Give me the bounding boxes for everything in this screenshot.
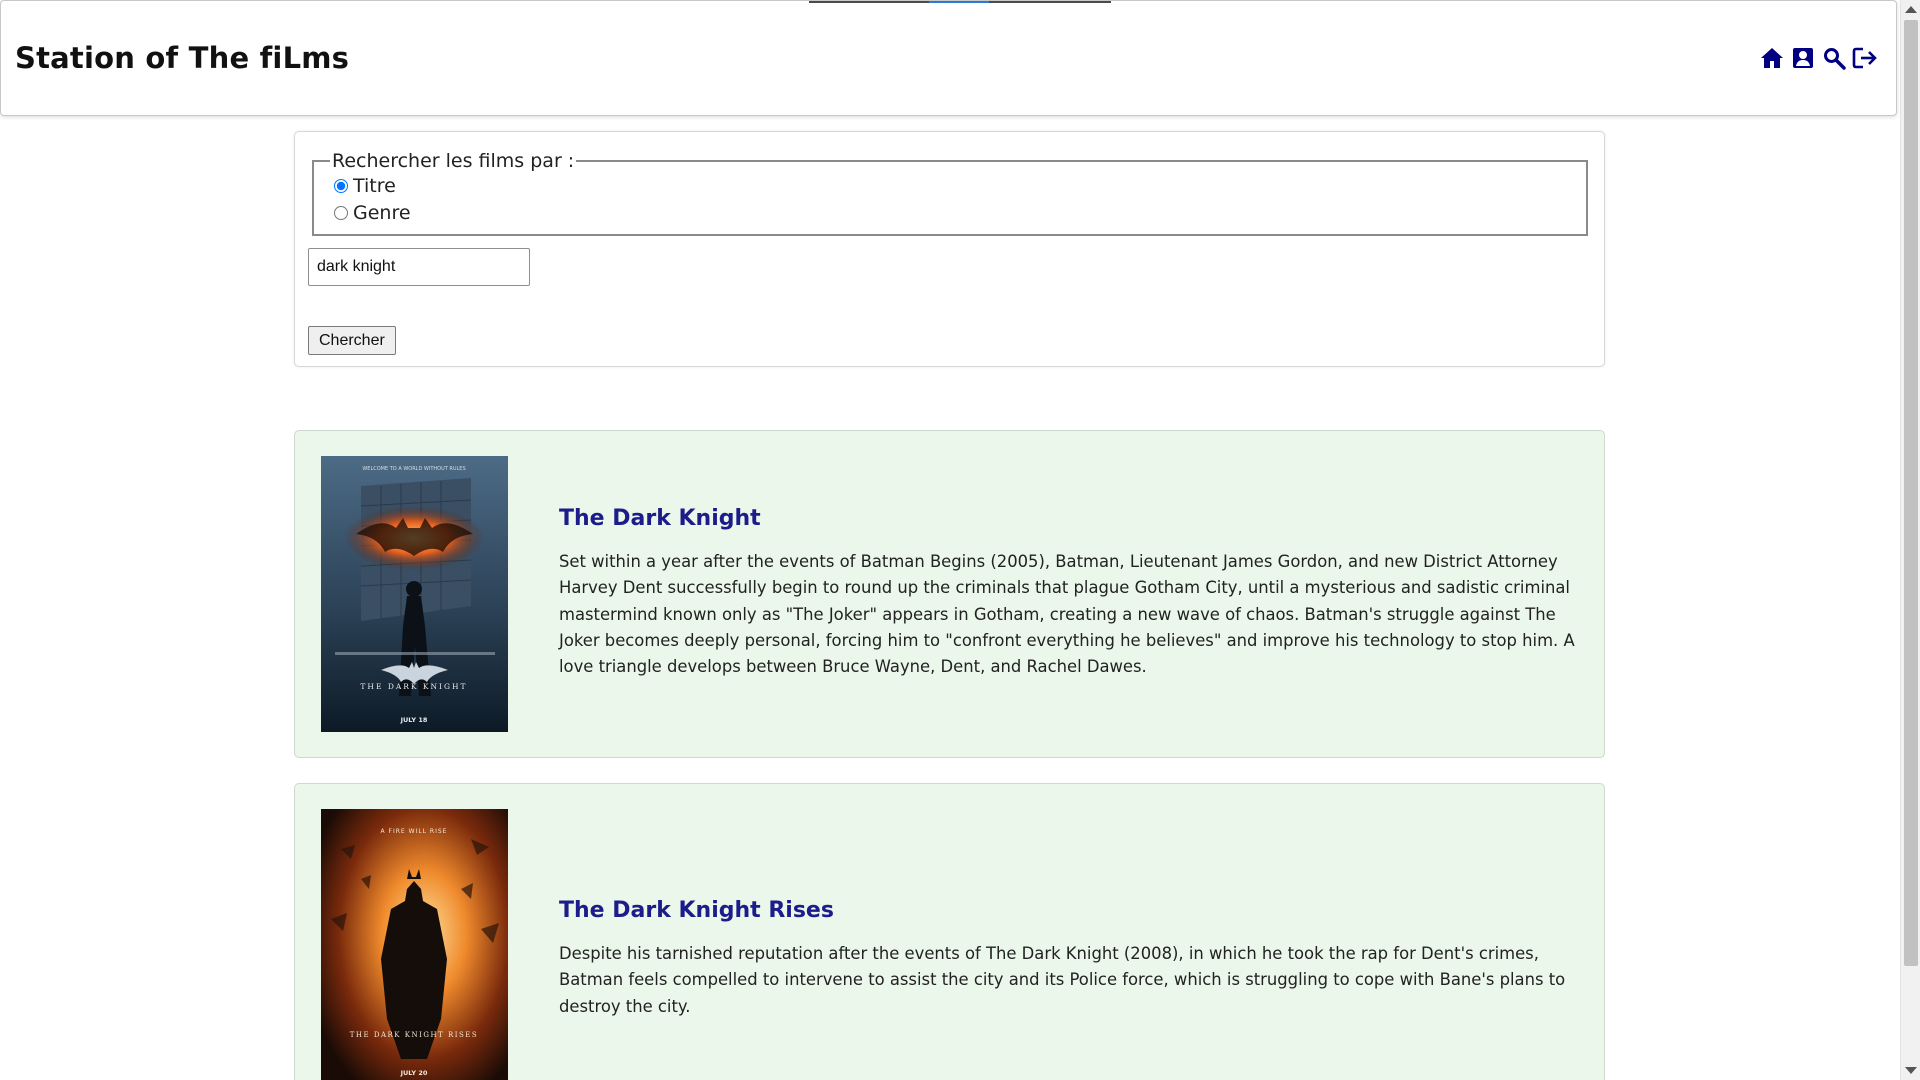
film-description: Set within a year after the events of Ba… bbox=[559, 552, 1575, 677]
site-header: Station of The fiLms bbox=[0, 0, 1897, 116]
film-title[interactable]: The Dark Knight bbox=[559, 506, 1578, 531]
radio-genre[interactable] bbox=[334, 205, 348, 220]
top-tab-strip-accent bbox=[929, 1, 989, 3]
scrollbar-thumb[interactable] bbox=[1904, 20, 1918, 966]
radio-option-titre[interactable]: Titre bbox=[332, 172, 1568, 199]
poster-date-text: JULY 20 bbox=[400, 1069, 428, 1077]
page-scrollbar[interactable] bbox=[1900, 0, 1920, 1080]
home-icon[interactable] bbox=[1759, 45, 1785, 71]
film-info: The Dark Knight Set within a year after … bbox=[559, 506, 1578, 680]
search-panel: Rechercher les films par : Titre Genre C… bbox=[294, 131, 1605, 367]
scroll-down-arrow-icon[interactable] bbox=[1905, 1067, 1917, 1074]
film-card: THE DARK KNIGHT WELCOME TO A WORLD WITHO… bbox=[294, 430, 1605, 758]
search-input[interactable] bbox=[308, 248, 530, 286]
search-criteria-fieldset: Rechercher les films par : Titre Genre bbox=[312, 150, 1588, 236]
top-tab-strip bbox=[809, 1, 1111, 3]
user-profile-icon[interactable] bbox=[1790, 45, 1816, 71]
film-description: Despite his tarnished reputation after t… bbox=[559, 944, 1566, 1016]
page: Station of The fiLms Rechercher les film… bbox=[0, 0, 1900, 1080]
film-title[interactable]: The Dark Knight Rises bbox=[559, 898, 1578, 923]
radio-genre-label: Genre bbox=[353, 201, 411, 224]
radio-titre[interactable] bbox=[334, 178, 348, 193]
radio-option-genre[interactable]: Genre bbox=[332, 199, 1568, 226]
header-nav bbox=[1759, 45, 1878, 71]
search-button[interactable]: Chercher bbox=[308, 326, 396, 355]
film-card: A FIRE WILL RISE THE DARK KNIGHT RISES J… bbox=[294, 783, 1605, 1080]
logout-icon[interactable] bbox=[1852, 45, 1878, 71]
search-criteria-legend: Rechercher les films par : bbox=[332, 150, 575, 172]
poster-title-text: THE DARK KNIGHT RISES bbox=[350, 1031, 478, 1039]
results-list: THE DARK KNIGHT WELCOME TO A WORLD WITHO… bbox=[294, 430, 1605, 1080]
search-icon[interactable] bbox=[1821, 45, 1847, 71]
poster-tagline-text: WELCOME TO A WORLD WITHOUT RULES bbox=[362, 466, 465, 472]
site-title: Station of The fiLms bbox=[15, 41, 350, 75]
poster-tagline-text: A FIRE WILL RISE bbox=[381, 828, 448, 835]
poster-date-text: JULY 18 bbox=[400, 716, 428, 724]
film-poster[interactable]: THE DARK KNIGHT WELCOME TO A WORLD WITHO… bbox=[321, 456, 508, 732]
scroll-up-arrow-icon[interactable] bbox=[1905, 6, 1917, 13]
film-poster[interactable]: A FIRE WILL RISE THE DARK KNIGHT RISES J… bbox=[321, 809, 508, 1080]
radio-titre-label: Titre bbox=[353, 174, 396, 197]
poster-title-text: THE DARK KNIGHT bbox=[360, 682, 467, 691]
film-info: The Dark Knight Rises Despite his tarnis… bbox=[559, 898, 1578, 1020]
